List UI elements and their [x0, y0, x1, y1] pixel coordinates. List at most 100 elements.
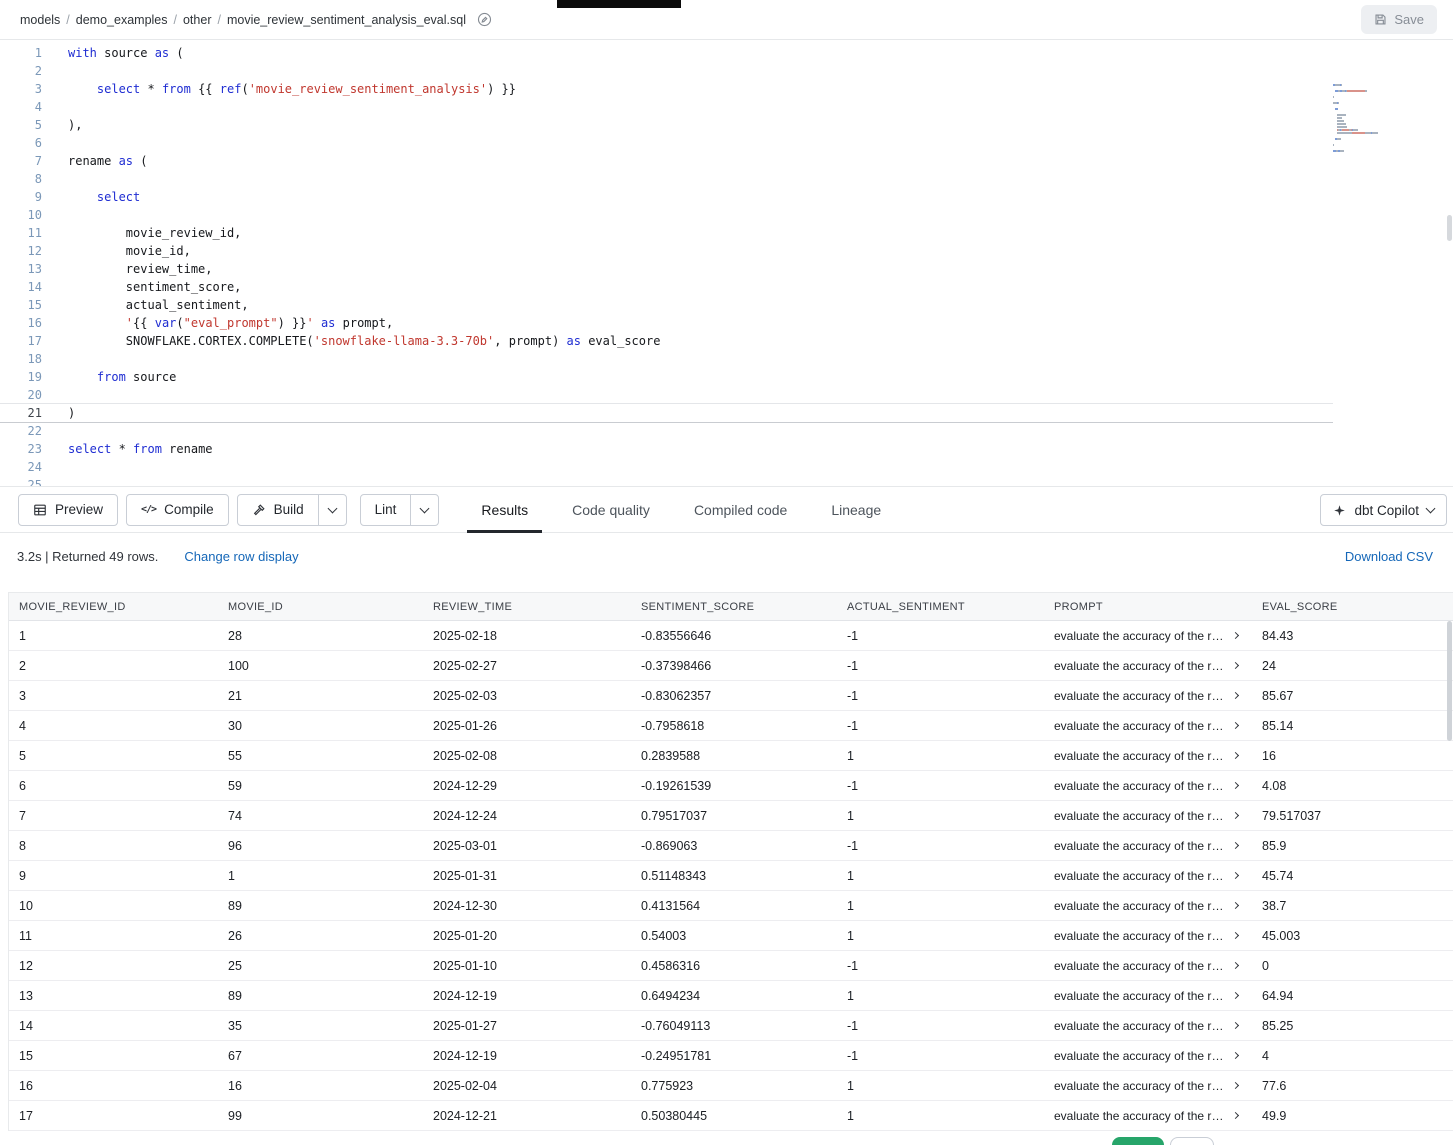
prompt-cell: evaluate the accuracy of the res...: [1044, 659, 1252, 673]
expand-cell-icon[interactable]: [1232, 1082, 1239, 1089]
download-csv-link[interactable]: Download CSV: [1345, 549, 1436, 564]
code-line[interactable]: 17 SNOWFLAKE.CORTEX.COMPLETE('snowflake-…: [0, 332, 1333, 350]
expand-cell-icon[interactable]: [1232, 962, 1239, 969]
breadcrumb-item[interactable]: other: [183, 13, 212, 27]
minimap-line: [1333, 90, 1447, 92]
code-text: rename as (: [42, 152, 147, 170]
code-line[interactable]: 12 movie_id,: [0, 242, 1333, 260]
expand-cell-icon[interactable]: [1232, 842, 1239, 849]
table-cell: 74: [218, 809, 423, 823]
table-cell: 85.9: [1252, 839, 1453, 853]
column-header[interactable]: MOVIE_ID: [218, 601, 423, 613]
minimap[interactable]: [1333, 84, 1447, 159]
line-number: 5: [0, 116, 42, 134]
code-text: movie_id,: [42, 242, 191, 260]
breadcrumb-item[interactable]: movie_review_sentiment_analysis_eval.sql: [227, 13, 466, 27]
code-line[interactable]: 14 sentiment_score,: [0, 278, 1333, 296]
build-button[interactable]: Build: [237, 494, 319, 526]
breadcrumb-separator: /: [66, 13, 69, 27]
table-cell: 99: [218, 1109, 423, 1123]
column-header[interactable]: SENTIMENT_SCORE: [631, 601, 837, 613]
code-line[interactable]: 7rename as (: [0, 152, 1333, 170]
minimap-line: [1333, 108, 1447, 110]
line-number: 20: [0, 386, 42, 404]
code-line[interactable]: 21): [0, 404, 1333, 422]
code-line[interactable]: 18: [0, 350, 1333, 368]
column-header[interactable]: REVIEW_TIME: [423, 601, 631, 613]
code-line[interactable]: 24: [0, 458, 1333, 476]
code-line[interactable]: 13 review_time,: [0, 260, 1333, 278]
chevron-down-icon: [1426, 504, 1436, 514]
table-cell: -0.24951781: [631, 1049, 837, 1063]
partial-secondary-button[interactable]: [1170, 1137, 1214, 1145]
code-line[interactable]: 1with source as (: [0, 44, 1333, 62]
code-line[interactable]: 5),: [0, 116, 1333, 134]
minimap-line: [1333, 120, 1447, 122]
code-line[interactable]: 3 select * from {{ ref('movie_review_sen…: [0, 80, 1333, 98]
expand-cell-icon[interactable]: [1232, 812, 1239, 819]
minimap-line: [1333, 114, 1447, 116]
compile-button[interactable]: </> Compile: [126, 494, 229, 526]
breadcrumb-item[interactable]: models: [20, 13, 60, 27]
column-header[interactable]: EVAL_SCORE: [1252, 601, 1453, 613]
code-line[interactable]: 11 movie_review_id,: [0, 224, 1333, 242]
code-line[interactable]: 9 select: [0, 188, 1333, 206]
expand-cell-icon[interactable]: [1232, 872, 1239, 879]
expand-cell-icon[interactable]: [1232, 662, 1239, 669]
column-header[interactable]: MOVIE_REVIEW_ID: [9, 601, 218, 613]
expand-cell-icon[interactable]: [1232, 692, 1239, 699]
expand-cell-icon[interactable]: [1232, 992, 1239, 999]
edit-docs-icon[interactable]: [477, 12, 492, 27]
expand-cell-icon[interactable]: [1232, 932, 1239, 939]
table-scrollbar[interactable]: [1447, 621, 1452, 741]
column-header[interactable]: PROMPT: [1044, 601, 1252, 613]
change-row-display-link[interactable]: Change row display: [184, 549, 298, 564]
lint-dropdown-button[interactable]: [410, 494, 439, 526]
editor-scrollbar[interactable]: [1447, 215, 1452, 241]
save-button[interactable]: Save: [1361, 5, 1437, 34]
code-line[interactable]: 6: [0, 134, 1333, 152]
tab-lineage[interactable]: Lineage: [817, 486, 895, 533]
minimap-line: [1333, 156, 1447, 158]
prompt-cell: evaluate the accuracy of the res...: [1044, 1019, 1252, 1033]
code-line[interactable]: 22: [0, 422, 1333, 440]
expand-cell-icon[interactable]: [1232, 722, 1239, 729]
partial-green-button[interactable]: [1112, 1137, 1164, 1145]
minimap-line: [1333, 129, 1447, 131]
code-line[interactable]: 10: [0, 206, 1333, 224]
expand-cell-icon[interactable]: [1232, 902, 1239, 909]
tab-compiled-code[interactable]: Compiled code: [680, 486, 801, 533]
build-dropdown-button[interactable]: [318, 494, 347, 526]
prompt-cell-text: evaluate the accuracy of the res...: [1054, 749, 1227, 763]
table-row: 912025-01-310.511483431evaluate the accu…: [9, 861, 1453, 891]
expand-cell-icon[interactable]: [1232, 752, 1239, 759]
code-line[interactable]: 16 '{{ var("eval_prompt") }}' as prompt,: [0, 314, 1333, 332]
code-line[interactable]: 15 actual_sentiment,: [0, 296, 1333, 314]
code-text: movie_review_id,: [42, 224, 241, 242]
prompt-cell: evaluate the accuracy of the res...: [1044, 689, 1252, 703]
expand-cell-icon[interactable]: [1232, 632, 1239, 639]
code-line[interactable]: 19 from source: [0, 368, 1333, 386]
dbt-copilot-button[interactable]: dbt Copilot: [1320, 494, 1447, 526]
expand-cell-icon[interactable]: [1232, 782, 1239, 789]
line-number: 4: [0, 98, 42, 116]
code-line[interactable]: 2: [0, 62, 1333, 80]
code-editor[interactable]: 1with source as (23 select * from {{ ref…: [0, 40, 1453, 486]
code-line[interactable]: 25: [0, 476, 1333, 486]
lint-button[interactable]: Lint: [360, 494, 412, 526]
preview-button[interactable]: Preview: [18, 494, 118, 526]
expand-cell-icon[interactable]: [1232, 1112, 1239, 1119]
tab-code-quality[interactable]: Code quality: [558, 486, 664, 533]
code-line[interactable]: 8: [0, 170, 1333, 188]
table-cell: 4.08: [1252, 779, 1453, 793]
breadcrumb-item[interactable]: demo_examples: [76, 13, 168, 27]
code-line[interactable]: 4: [0, 98, 1333, 116]
table-cell: 2024-12-19: [423, 1049, 631, 1063]
column-header[interactable]: ACTUAL_SENTIMENT: [837, 601, 1044, 613]
expand-cell-icon[interactable]: [1232, 1022, 1239, 1029]
tab-results[interactable]: Results: [467, 486, 542, 533]
expand-cell-icon[interactable]: [1232, 1052, 1239, 1059]
code-line[interactable]: 23select * from rename: [0, 440, 1333, 458]
code-line[interactable]: 20: [0, 386, 1333, 404]
prompt-cell-text: evaluate the accuracy of the res...: [1054, 839, 1227, 853]
